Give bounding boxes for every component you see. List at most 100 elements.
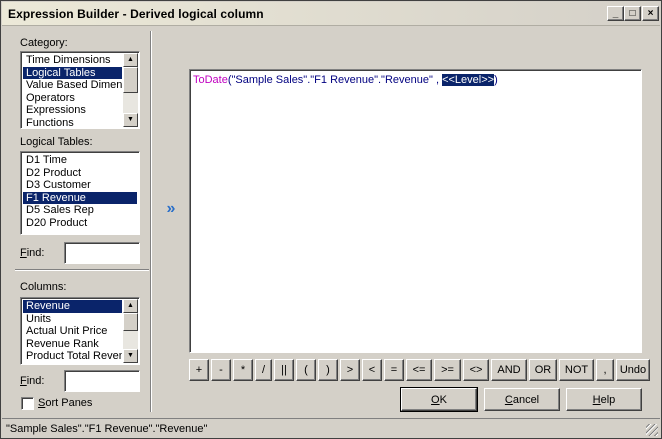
logical-tables-list[interactable]: D1 Time D2 Product D3 Customer F1 Revenue D5… [20,151,140,235]
sort-panes-label: Sort Panes [38,397,93,409]
operator-label: <= [412,364,426,376]
operator-label: + [195,364,203,376]
ok-label: OK [431,393,447,406]
operator-button[interactable]: Undo [616,359,650,381]
find-columns-label: Find: [20,375,45,387]
logical-tables-list-item[interactable]: D3 Customer [23,179,137,192]
expression-argument: "Sample Sales"."F1 Revenue"."Revenue" [231,74,433,86]
ok-button[interactable]: OK [400,387,478,412]
expression-function: ToDate [193,74,228,86]
help-button[interactable]: Help [566,388,642,411]
operator-button[interactable]: = [384,359,404,381]
operator-label: / [261,364,266,376]
status-bar: "Sample Sales"."F1 Revenue"."Revenue" [2,418,660,438]
operator-button[interactable]: OR [529,359,557,381]
minimize-button[interactable]: _ [607,6,624,21]
columns-list-item[interactable]: Units [23,313,122,326]
expression-builder-dialog: Expression Builder - Derived logical col… [0,0,662,439]
category-list-item[interactable]: Time Dimensions [23,54,122,67]
operator-button[interactable]: > [340,359,360,381]
columns-scrollbar[interactable]: ▲ ▼ [123,299,138,363]
logical-tables-list-item[interactable]: D20 Product [23,217,137,230]
operator-label: || [281,364,287,376]
operator-button[interactable]: <= [406,359,432,381]
category-list-item[interactable]: Expressions [23,104,122,117]
scroll-thumb[interactable] [123,67,138,93]
operator-label: ) [326,364,330,376]
close-icon: × [647,7,654,19]
scroll-down-icon[interactable]: ▼ [123,349,138,363]
window-title: Expression Builder - Derived logical col… [8,7,264,21]
status-text: "Sample Sales"."F1 Revenue"."Revenue" [6,423,208,435]
logical-tables-label: Logical Tables: [20,136,93,148]
expression-editor[interactable]: ToDate("Sample Sales"."F1 Revenue"."Reve… [189,69,642,353]
category-scrollbar[interactable]: ▲ ▼ [123,53,138,127]
expression-close-paren: ) [494,74,498,86]
expression-placeholder[interactable]: <<Level>> [442,74,495,86]
operator-label: - [219,364,223,376]
scroll-down-icon[interactable]: ▼ [123,113,138,127]
columns-list-item[interactable]: Actual Unit Price [23,325,122,338]
title-bar[interactable]: Expression Builder - Derived logical col… [2,2,660,26]
help-label: Help [592,393,616,406]
category-list-item[interactable]: Value Based Dimensions [23,79,122,92]
operator-button[interactable]: ( [296,359,316,381]
double-chevron-right-icon: » [166,200,176,217]
logical-tables-list-item[interactable]: D5 Sales Rep [23,204,137,217]
find-tables-input[interactable] [64,242,140,264]
scroll-thumb[interactable] [123,313,138,331]
operator-button[interactable]: >= [434,359,461,381]
find-tables-label: Find: [20,247,45,259]
operator-label: < [368,364,376,376]
category-label: Category: [20,37,68,49]
operator-label: >= [441,364,454,376]
columns-list[interactable]: Revenue Units Actual Unit Price Revenue Ran… [20,297,140,365]
cancel-button[interactable]: Cancel [484,388,560,411]
operator-button[interactable]: - [211,359,231,381]
maximize-icon: □ [629,7,636,19]
columns-list-item[interactable]: Revenue [23,300,122,313]
left-divider [15,269,149,271]
columns-list-item[interactable]: Revenue Rank [23,338,122,351]
operator-label: OR [534,364,552,376]
close-button[interactable]: × [642,6,659,21]
expression-separator: , [432,74,443,86]
logical-tables-list-item[interactable]: F1 Revenue [23,191,137,204]
logical-tables-list-item[interactable]: D2 Product [23,167,137,180]
find-columns-input[interactable] [64,370,140,392]
minimize-icon: _ [612,7,619,19]
operator-button[interactable]: + [189,359,209,381]
operator-button[interactable]: ) [318,359,338,381]
operator-button[interactable]: / [255,359,272,381]
operator-label: > [346,364,354,376]
operator-label: = [390,364,398,376]
maximize-button[interactable]: □ [624,6,641,21]
operator-button[interactable]: <> [463,359,489,381]
operator-button[interactable]: < [362,359,382,381]
resize-grip-icon[interactable] [646,424,658,436]
operator-label: <> [469,364,483,376]
category-list-item[interactable]: Operators [23,92,122,105]
vertical-divider [150,31,152,412]
logical-tables-list-item[interactable]: D1 Time [23,154,137,167]
operator-button[interactable]: NOT [559,359,594,381]
insert-arrow-button[interactable]: » [162,198,180,220]
scroll-up-icon[interactable]: ▲ [123,53,138,67]
operator-button[interactable]: || [274,359,294,381]
operator-button[interactable]: AND [491,359,527,381]
operator-label: * [240,364,246,376]
operator-button[interactable]: * [233,359,253,381]
operator-button[interactable]: , [596,359,614,381]
operator-label: AND [497,364,521,376]
category-list-item[interactable]: Logical Tables [23,66,122,79]
category-list-item[interactable]: Functions [23,117,122,129]
sort-panes-checkbox[interactable] [21,397,34,410]
columns-list-item[interactable]: Product Total Revenue [23,350,122,363]
operator-label: , [603,364,607,376]
columns-label: Columns: [20,281,67,293]
scroll-up-icon[interactable]: ▲ [123,299,138,313]
cancel-label: Cancel [504,393,540,406]
operator-label: ( [304,364,308,376]
operator-label: NOT [564,364,589,376]
category-list[interactable]: Time Dimensions Logical Tables Value Based… [20,51,140,129]
